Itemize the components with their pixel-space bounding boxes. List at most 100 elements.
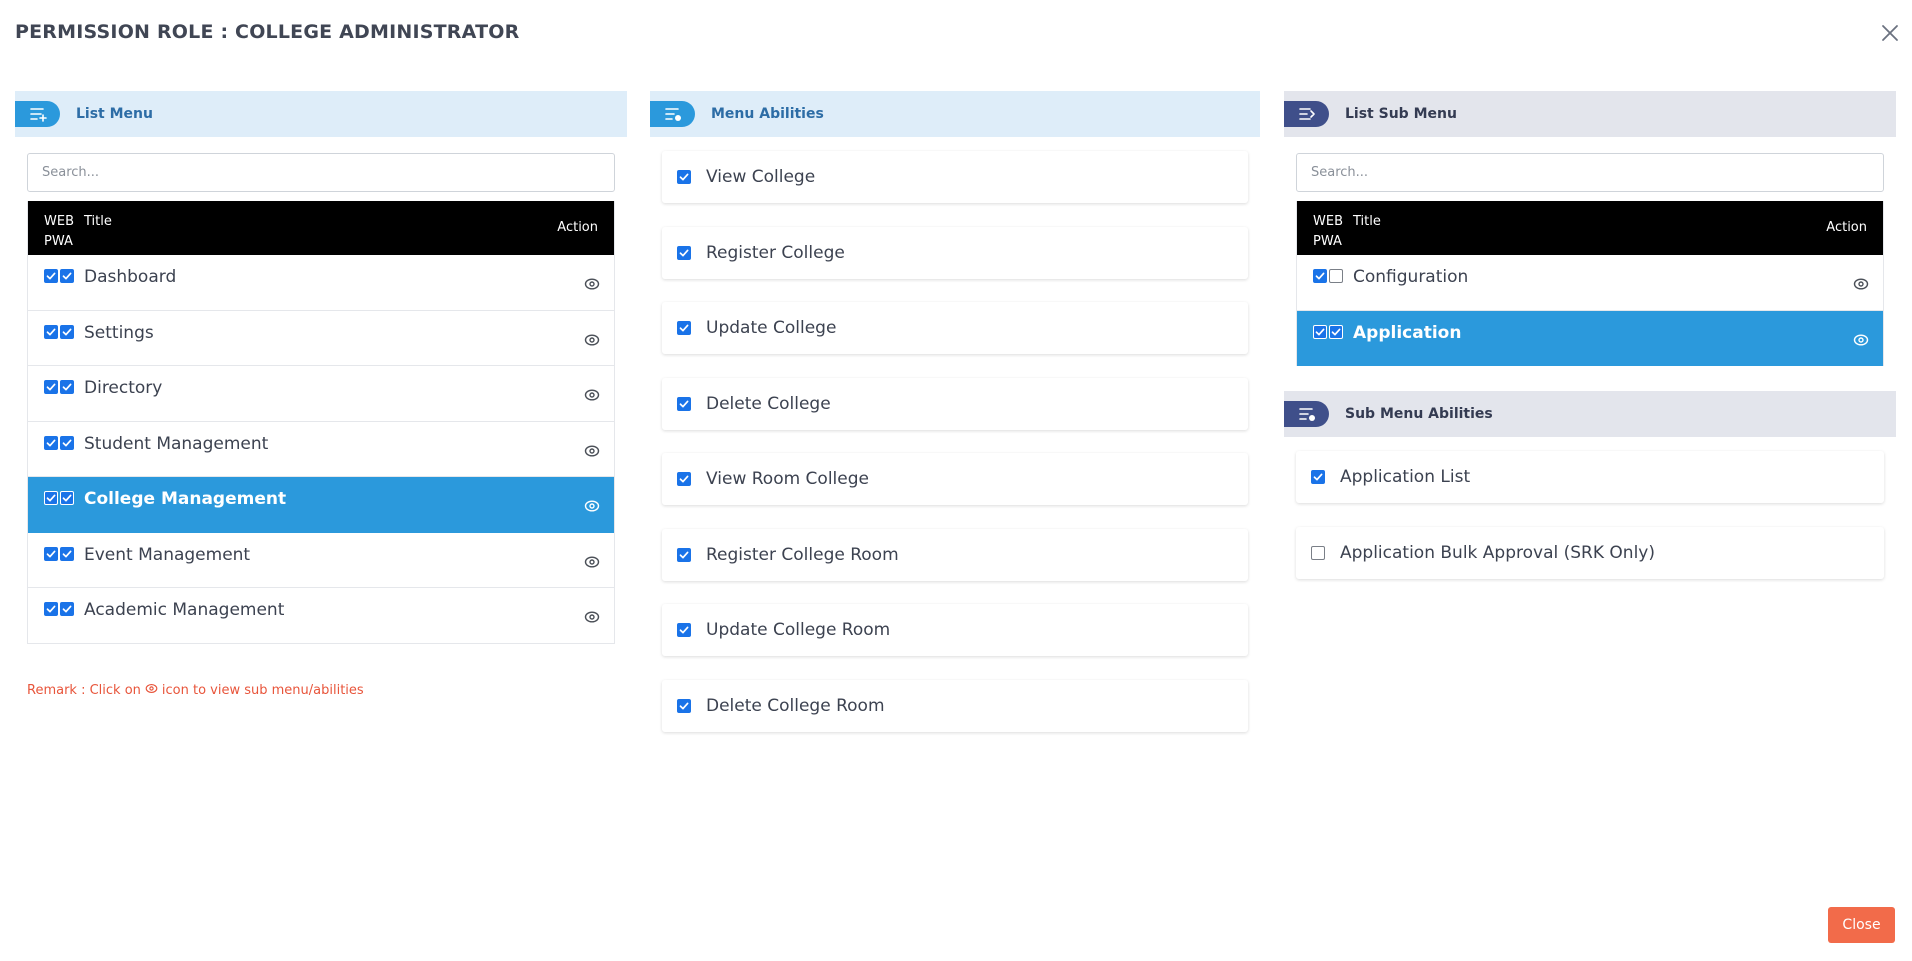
pwa-checkbox[interactable] bbox=[60, 546, 74, 561]
table-row[interactable]: Configuration bbox=[1297, 255, 1883, 311]
column-pwa: PWA bbox=[1313, 234, 1342, 249]
eye-icon[interactable] bbox=[584, 554, 600, 570]
row-title: Configuration bbox=[1353, 267, 1469, 287]
table-row[interactable]: Dashboard bbox=[28, 255, 614, 311]
modal-title: PERMISSION ROLE : COLLEGE ADMINISTRATOR bbox=[15, 21, 520, 43]
ability-checkbox[interactable] bbox=[677, 547, 691, 562]
eye-icon[interactable] bbox=[1853, 332, 1869, 348]
column-action: Action bbox=[1826, 220, 1867, 235]
eye-icon[interactable] bbox=[584, 387, 600, 403]
sub-menu-rows: Configuration Application bbox=[1297, 255, 1883, 366]
ability-item: Delete College bbox=[662, 377, 1248, 430]
table-row[interactable]: Academic Management bbox=[28, 588, 614, 644]
ability-checkbox[interactable] bbox=[677, 245, 691, 260]
web-checkbox[interactable] bbox=[44, 324, 58, 339]
list-menu-table: WEB PWA Title Action Dashboard Settings Di… bbox=[27, 201, 615, 644]
ability-checkbox[interactable] bbox=[677, 321, 691, 335]
pwa-checkbox[interactable] bbox=[60, 380, 74, 394]
remark-text: Remark : Click on icon to view sub menu/… bbox=[27, 682, 364, 699]
close-icon[interactable] bbox=[1879, 22, 1901, 44]
list-menu-rows: Dashboard Settings Directory Student Manage… bbox=[28, 255, 614, 644]
table-row[interactable]: Directory bbox=[28, 366, 614, 422]
pwa-checkbox[interactable] bbox=[60, 602, 74, 616]
web-pwa-checkboxes bbox=[44, 491, 74, 505]
row-title: Event Management bbox=[84, 544, 251, 565]
ability-item: Application List bbox=[1296, 451, 1884, 503]
web-pwa-checkboxes bbox=[1313, 269, 1343, 283]
sub-menu-abilities-header: Sub Menu Abilities bbox=[1284, 391, 1896, 437]
ability-label: Register College bbox=[706, 242, 845, 263]
close-button[interactable]: Close bbox=[1828, 907, 1895, 943]
ability-checkbox[interactable] bbox=[677, 170, 691, 184]
sub-menu-abilities-title: Sub Menu Abilities bbox=[1345, 406, 1493, 422]
row-title: Directory bbox=[84, 378, 163, 398]
row-title: Application bbox=[1353, 322, 1462, 343]
list-menu-icon bbox=[15, 101, 60, 127]
list-menu-search-input[interactable] bbox=[27, 153, 615, 192]
ability-checkbox[interactable] bbox=[677, 698, 691, 713]
ability-checkbox[interactable] bbox=[677, 396, 691, 411]
eye-icon[interactable] bbox=[584, 443, 600, 459]
eye-icon[interactable] bbox=[584, 332, 600, 348]
menu-abilities-panel: Menu Abilities View College Register Coll… bbox=[650, 91, 1260, 755]
web-checkbox[interactable] bbox=[44, 269, 58, 283]
ability-label: Register College Room bbox=[706, 544, 899, 565]
ability-checkbox[interactable] bbox=[677, 472, 691, 486]
ability-label: Update College bbox=[706, 318, 837, 338]
web-checkbox[interactable] bbox=[1313, 324, 1327, 339]
list-sub-menu-table: WEB PWA Title Action Configuration Applic… bbox=[1296, 201, 1884, 366]
pwa-checkbox[interactable] bbox=[60, 324, 74, 339]
column-web: WEB bbox=[44, 214, 74, 229]
pwa-checkbox[interactable] bbox=[1329, 324, 1343, 339]
web-checkbox[interactable] bbox=[44, 602, 58, 616]
list-sub-menu-title: List Sub Menu bbox=[1345, 106, 1457, 122]
ability-label: View College bbox=[706, 167, 816, 187]
list-sub-menu-search-input[interactable] bbox=[1296, 153, 1884, 192]
table-row[interactable]: Student Management bbox=[28, 421, 614, 477]
web-checkbox[interactable] bbox=[44, 380, 58, 394]
eye-icon bbox=[145, 682, 158, 699]
web-checkbox[interactable] bbox=[44, 491, 58, 505]
table-row[interactable]: Application bbox=[1297, 310, 1883, 366]
ability-label: Delete College Room bbox=[706, 695, 885, 716]
column-pwa: PWA bbox=[44, 234, 73, 249]
sub-menu-abilities-list: Application List Application Bulk Approva… bbox=[1284, 437, 1896, 579]
table-row[interactable]: College Management bbox=[28, 477, 614, 533]
pwa-checkbox[interactable] bbox=[60, 435, 74, 450]
ability-item: Delete College Room bbox=[662, 679, 1248, 732]
table-row[interactable]: Event Management bbox=[28, 532, 614, 588]
web-checkbox[interactable] bbox=[1313, 269, 1327, 283]
pwa-checkbox[interactable] bbox=[60, 269, 74, 283]
web-pwa-checkboxes bbox=[44, 435, 74, 450]
pwa-checkbox[interactable] bbox=[1329, 269, 1343, 283]
web-pwa-checkboxes bbox=[1313, 324, 1343, 339]
eye-icon[interactable] bbox=[584, 276, 600, 292]
web-pwa-checkboxes bbox=[44, 546, 74, 561]
row-title: Student Management bbox=[84, 433, 269, 454]
row-title: Settings bbox=[84, 322, 154, 343]
ability-label: Update College Room bbox=[706, 620, 891, 640]
list-sub-menu-header: List Sub Menu bbox=[1284, 91, 1896, 137]
ability-label: Delete College bbox=[706, 393, 831, 414]
ability-item: Update College Room bbox=[662, 604, 1248, 656]
ability-checkbox[interactable] bbox=[677, 623, 691, 637]
row-title: Dashboard bbox=[84, 267, 177, 287]
list-sub-menu-panel: List Sub Menu WEB PWA Title Action Confi… bbox=[1284, 91, 1896, 603]
ability-checkbox[interactable] bbox=[1311, 546, 1325, 560]
web-checkbox[interactable] bbox=[44, 435, 58, 450]
menu-abilities-header: Menu Abilities bbox=[650, 91, 1260, 137]
pwa-checkbox[interactable] bbox=[60, 491, 74, 505]
ability-label: Application Bulk Approval (SRK Only) bbox=[1340, 543, 1655, 563]
row-title: College Management bbox=[84, 489, 287, 509]
table-row[interactable]: Settings bbox=[28, 310, 614, 366]
ability-item: View College bbox=[662, 151, 1248, 203]
eye-icon[interactable] bbox=[584, 498, 600, 514]
ability-checkbox[interactable] bbox=[1311, 470, 1325, 484]
eye-icon[interactable] bbox=[1853, 276, 1869, 292]
column-title: Title bbox=[1353, 214, 1381, 229]
row-title: Academic Management bbox=[84, 600, 285, 620]
web-pwa-checkboxes bbox=[44, 602, 74, 616]
eye-icon[interactable] bbox=[584, 609, 600, 625]
web-checkbox[interactable] bbox=[44, 546, 58, 561]
ability-item: Register College bbox=[662, 226, 1248, 279]
